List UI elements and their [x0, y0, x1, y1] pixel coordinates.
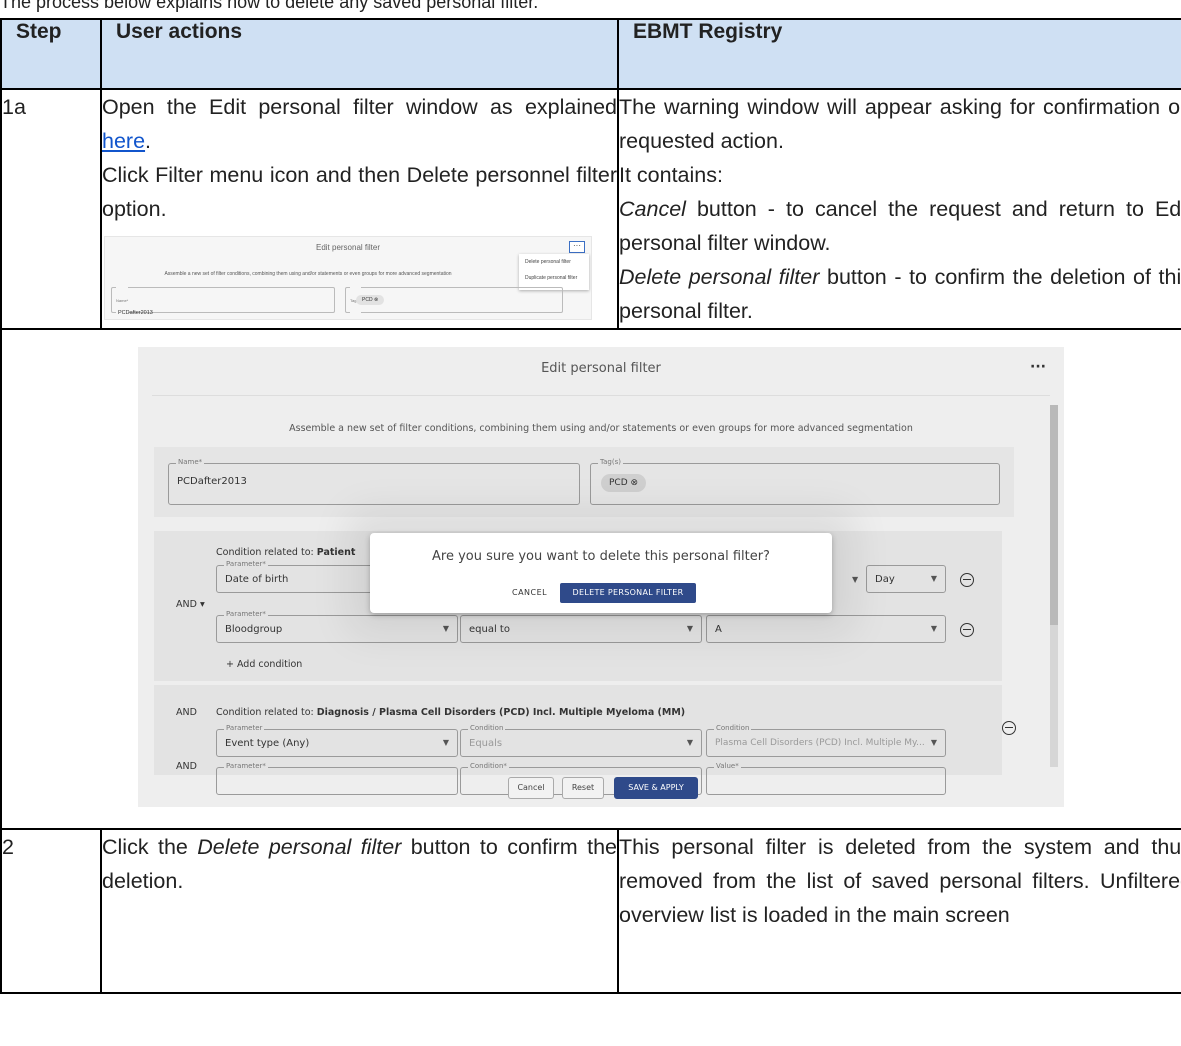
chevron-down-icon: ▼ — [852, 575, 859, 584]
and-operator: AND — [176, 707, 197, 718]
and-operator: AND — [176, 761, 197, 772]
intro-text: The process below explains how to delete… — [0, 0, 539, 12]
value-field[interactable]: Value* — [706, 762, 946, 795]
condition-select[interactable]: Condition Equals ▼ — [460, 724, 702, 757]
save-apply-button[interactable]: SAVE & APPLY — [614, 777, 698, 799]
step-number: 1a — [0, 88, 102, 330]
scrollbar[interactable] — [1050, 405, 1058, 767]
delete-confirm-dialog: Are you sure you want to delete this per… — [370, 533, 832, 613]
chevron-down-icon: ▼ — [930, 624, 937, 633]
operator-select[interactable]: equal to ▼ — [460, 615, 702, 643]
add-condition-button[interactable]: + Add condition — [226, 659, 302, 670]
parameter-select[interactable]: Parameter* Bloodgroup ▼ — [216, 610, 458, 643]
ellipsis-icon[interactable]: ··· — [569, 241, 585, 253]
tags-field[interactable]: Tag(s) PCD ⊗ — [590, 458, 1000, 505]
mini-screenshot: Edit personal filter ··· Delete personal… — [104, 236, 592, 320]
chevron-down-icon: ▼ — [442, 738, 449, 747]
steps-table: Step User actions EBMT Registry 1a Open … — [0, 18, 1181, 994]
filter-menu: Delete personal filter Duplicate persona… — [519, 254, 589, 290]
dialog-cancel-button[interactable]: CANCEL — [512, 588, 547, 597]
header-step: Step — [16, 20, 62, 43]
name-field[interactable]: Name* PCDafter2013 — [111, 284, 335, 318]
menu-item-delete[interactable]: Delete personal filter — [519, 254, 589, 270]
dialog-question: Are you sure you want to delete this per… — [432, 549, 770, 564]
name-field[interactable]: Name* PCDafter2013 — [168, 458, 580, 505]
tags-field[interactable]: Tag(s) PCD ⊗ — [345, 284, 563, 318]
chevron-down-icon: ▼ — [930, 574, 937, 583]
day-select[interactable]: Day ▼ — [866, 565, 946, 593]
header-user-actions: User actions — [116, 20, 243, 43]
registry-cell: This personal filter is deleted from the… — [617, 828, 1181, 994]
table-row: 2 Click the Delete personal filter butto… — [0, 828, 1181, 994]
chevron-down-icon: ▼ — [686, 624, 693, 633]
parameter-select[interactable]: Parameter Event type (Any) ▼ — [216, 724, 458, 757]
delete-personal-filter-button[interactable]: DELETE PERSONAL FILTER — [560, 583, 696, 603]
tag-chip: PCD ⊗ — [601, 474, 647, 492]
condition-value-select[interactable]: Condition Plasma Cell Disorders (PCD) In… — [706, 724, 946, 757]
edit-filter-screenshot: Edit personal filter ··· Assemble a new … — [138, 347, 1064, 807]
screenshot-row: Edit personal filter ··· Assemble a new … — [0, 328, 1181, 830]
remove-condition-icon[interactable] — [960, 623, 974, 637]
table-header: Step User actions EBMT Registry — [0, 18, 1181, 90]
reset-button[interactable]: Reset — [562, 777, 604, 799]
remove-group-icon[interactable] — [1002, 721, 1016, 735]
header-ebmt-registry: EBMT Registry — [633, 20, 783, 43]
menu-item-duplicate[interactable]: Duplicate personal filter — [519, 270, 589, 286]
step-number: 2 — [0, 828, 102, 994]
cancel-button[interactable]: Cancel — [508, 777, 554, 799]
user-action-cell: Click the Delete personal filter button … — [100, 828, 619, 994]
table-row: 1a Open the Edit personal filter window … — [0, 88, 1181, 330]
remove-condition-icon[interactable] — [960, 573, 974, 587]
condition-group-diagnosis: AND Condition related to: Diagnosis / Pl… — [154, 685, 1016, 795]
ellipsis-icon[interactable]: ··· — [1030, 359, 1046, 375]
value-select[interactable]: A ▼ — [706, 615, 946, 643]
tag-chip: PCD ⊗ — [356, 295, 385, 305]
and-operator[interactable]: AND ▾ — [176, 599, 205, 610]
chevron-down-icon: ▼ — [442, 624, 449, 633]
action-text: Click Filter menu icon and then Delete p… — [102, 163, 617, 221]
chevron-down-icon: ▼ — [930, 738, 937, 747]
user-action-cell: Open the Edit personal filter window as … — [100, 88, 619, 330]
parameter-select[interactable]: Parameter* — [216, 762, 458, 795]
here-link[interactable]: here — [102, 129, 145, 153]
registry-cell: The warning window will appear asking fo… — [617, 88, 1181, 330]
chevron-down-icon: ▼ — [686, 738, 693, 747]
